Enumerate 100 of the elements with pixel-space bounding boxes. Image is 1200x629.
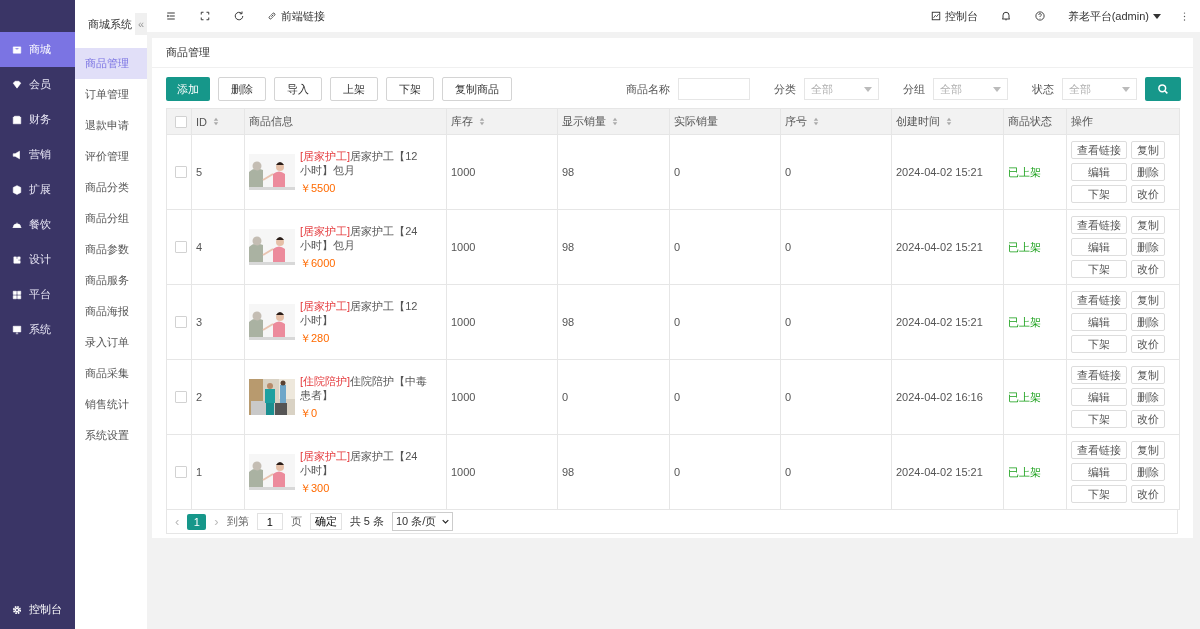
- main-nav-item[interactable]: 营销: [0, 137, 75, 172]
- row-checkbox[interactable]: [175, 466, 187, 478]
- table-cell: 1000: [451, 241, 476, 253]
- row-action-button[interactable]: 复制: [1131, 291, 1165, 309]
- bell-icon[interactable]: [999, 10, 1012, 22]
- row-action-button[interactable]: 下架: [1071, 485, 1127, 503]
- filter-label: 商品名称: [626, 81, 670, 97]
- nav-icon: [12, 324, 22, 335]
- row-action-button[interactable]: 改价: [1131, 185, 1165, 203]
- row-action-button[interactable]: 编辑: [1071, 238, 1127, 256]
- row-action-button[interactable]: 查看链接: [1071, 366, 1127, 384]
- console-nav-item[interactable]: 控制台: [0, 592, 75, 627]
- table-cell: 0: [785, 316, 792, 328]
- sub-nav-item[interactable]: 评价管理: [75, 141, 147, 172]
- row-action-button[interactable]: 编辑: [1071, 388, 1127, 406]
- page-size-select[interactable]: 10 条/页: [391, 512, 454, 531]
- console-link[interactable]: 控制台: [930, 8, 978, 24]
- sort-icon[interactable]: [479, 117, 485, 126]
- table-cell: 0: [674, 241, 681, 253]
- row-action-button[interactable]: 复制: [1131, 441, 1165, 459]
- row-action-button[interactable]: 下架: [1071, 260, 1127, 278]
- confirm-button[interactable]: 确定: [309, 513, 342, 530]
- sub-nav-item[interactable]: 商品服务: [75, 265, 147, 296]
- row-action-button[interactable]: 删除: [1131, 463, 1165, 481]
- sub-nav-item[interactable]: 商品分组: [75, 203, 147, 234]
- product-price: ￥0: [300, 405, 319, 421]
- table-cell: 0: [785, 166, 792, 178]
- row-checkbox[interactable]: [175, 241, 187, 253]
- goto-label: 到第: [226, 514, 249, 529]
- row-action-button[interactable]: 复制: [1131, 216, 1165, 234]
- product-name: [住院陪护]住院陪护【中毒患者】: [300, 373, 428, 402]
- row-action-button[interactable]: 查看链接: [1071, 291, 1127, 309]
- main-nav-item[interactable]: 系统: [0, 312, 75, 347]
- table-cell: 0: [674, 391, 681, 403]
- row-checkbox[interactable]: [175, 316, 187, 328]
- search-icon: [1157, 83, 1169, 95]
- toolbar-button[interactable]: 添加: [166, 77, 210, 101]
- row-action-button[interactable]: 改价: [1131, 485, 1165, 503]
- fullscreen-icon[interactable]: [199, 10, 211, 22]
- main-nav-item[interactable]: 财务: [0, 102, 75, 137]
- menu-icon[interactable]: [165, 10, 177, 22]
- sub-nav-item[interactable]: 退款申请: [75, 110, 147, 141]
- sub-nav-item[interactable]: 商品参数: [75, 234, 147, 265]
- row-action-button[interactable]: 改价: [1131, 410, 1165, 428]
- row-action-button[interactable]: 下架: [1071, 185, 1127, 203]
- toolbar-button[interactable]: 下架: [386, 77, 434, 101]
- page-input-field[interactable]: 1: [256, 513, 283, 530]
- row-action-button[interactable]: 复制: [1131, 366, 1165, 384]
- row-action-button[interactable]: 查看链接: [1071, 441, 1127, 459]
- row-action-button[interactable]: 删除: [1131, 163, 1165, 181]
- sub-nav-item[interactable]: 商品海报: [75, 296, 147, 327]
- row-action-button[interactable]: 下架: [1071, 335, 1127, 353]
- toolbar-button[interactable]: 删除: [218, 77, 266, 101]
- search-button[interactable]: [1145, 77, 1181, 101]
- sort-icon[interactable]: [946, 117, 952, 126]
- row-action-button[interactable]: 删除: [1131, 388, 1165, 406]
- page-button[interactable]: 1: [187, 513, 207, 530]
- frontend-link[interactable]: 前端链接: [267, 8, 325, 24]
- row-action-button[interactable]: 编辑: [1071, 163, 1127, 181]
- sort-icon[interactable]: [612, 117, 618, 126]
- row-action-button[interactable]: 查看链接: [1071, 216, 1127, 234]
- toolbar-button[interactable]: 复制商品: [442, 77, 512, 101]
- main-nav-item[interactable]: 餐饮: [0, 207, 75, 242]
- row-action-button[interactable]: 删除: [1131, 238, 1165, 256]
- row-checkbox[interactable]: [175, 391, 187, 403]
- name-input-field[interactable]: [678, 78, 750, 100]
- sub-nav-item[interactable]: 商品采集: [75, 358, 147, 389]
- main-nav-item[interactable]: 设计: [0, 242, 75, 277]
- row-action-button[interactable]: 编辑: [1071, 463, 1127, 481]
- main-nav-item[interactable]: 商城: [0, 32, 75, 67]
- main-nav-item[interactable]: 平台: [0, 277, 75, 312]
- refresh-icon[interactable]: [233, 10, 245, 22]
- column-header: 实际销量: [674, 114, 718, 129]
- main-nav-item[interactable]: 会员: [0, 67, 75, 102]
- row-checkbox[interactable]: [175, 166, 187, 178]
- sub-nav-item[interactable]: 商品分类: [75, 172, 147, 203]
- row-action-button[interactable]: 改价: [1131, 260, 1165, 278]
- sub-nav-item[interactable]: 订单管理: [75, 79, 147, 110]
- status-text: 已上架: [1008, 465, 1041, 478]
- help-icon[interactable]: [1033, 10, 1046, 22]
- row-action-button[interactable]: 查看链接: [1071, 141, 1127, 159]
- sort-icon[interactable]: [213, 117, 219, 126]
- row-action-button[interactable]: 改价: [1131, 335, 1165, 353]
- row-action-button[interactable]: 复制: [1131, 141, 1165, 159]
- product-price: ￥6000: [300, 255, 337, 271]
- main-nav-item[interactable]: 扩展: [0, 172, 75, 207]
- sort-icon[interactable]: [813, 117, 819, 126]
- sub-nav-item[interactable]: 录入订单: [75, 327, 147, 358]
- link-icon: [267, 11, 277, 21]
- sub-nav-item[interactable]: 系统设置: [75, 420, 147, 451]
- toolbar-button[interactable]: 上架: [330, 77, 378, 101]
- status-text: 已上架: [1008, 315, 1041, 328]
- row-action-button[interactable]: 编辑: [1071, 313, 1127, 331]
- row-action-button[interactable]: 删除: [1131, 313, 1165, 331]
- more-icon[interactable]: [1183, 10, 1186, 22]
- row-action-button[interactable]: 下架: [1071, 410, 1127, 428]
- select-all-checkbox[interactable]: [175, 115, 187, 128]
- user-menu[interactable]: 养老平台(admin): [1067, 8, 1161, 24]
- sub-nav-item[interactable]: 销售统计: [75, 389, 147, 420]
- toolbar-button[interactable]: 导入: [274, 77, 322, 101]
